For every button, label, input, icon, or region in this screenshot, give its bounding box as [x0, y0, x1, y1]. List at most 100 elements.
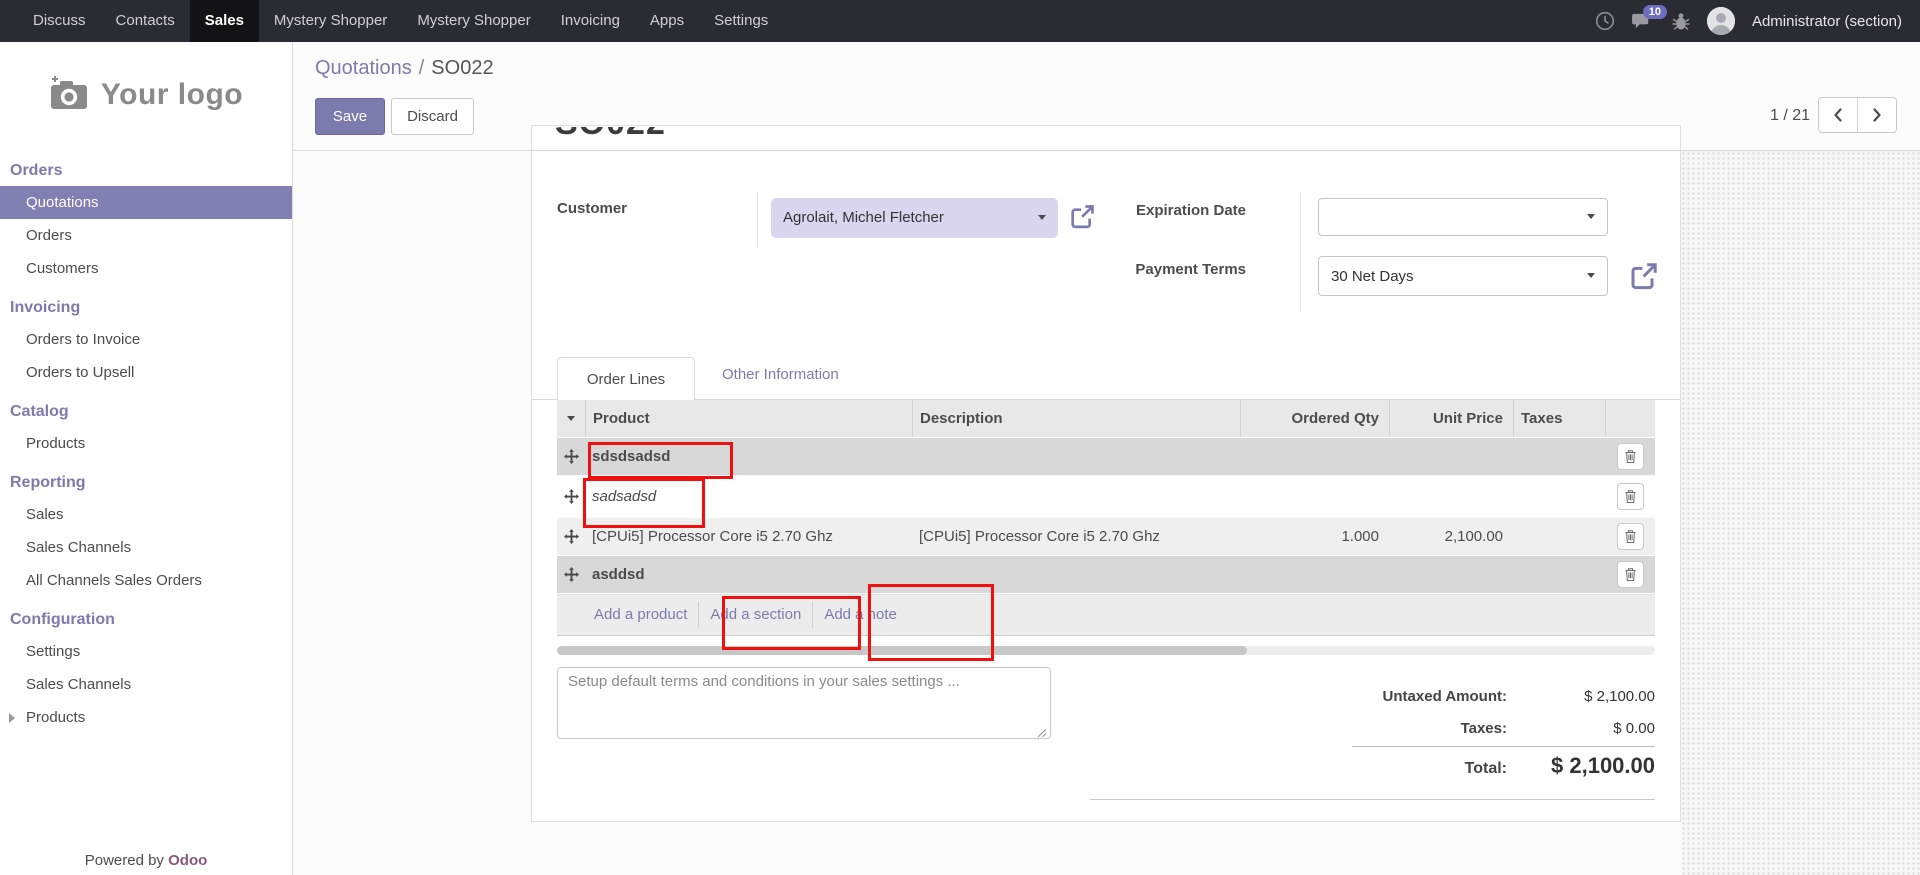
qty-cell[interactable]: 1.000	[1240, 528, 1389, 545]
header-toggle-cell[interactable]	[557, 400, 585, 437]
delete-row-button[interactable]	[1617, 483, 1644, 510]
taxes-value: $ 0.00	[1495, 720, 1655, 737]
trash-icon	[1625, 568, 1636, 581]
menu-sales[interactable]: Sales	[190, 0, 259, 42]
customer-field[interactable]: Agrolait, Michel Fletcher	[771, 198, 1058, 238]
message-count-badge: 10	[1643, 5, 1667, 19]
topbar-menus: Discuss Contacts Sales Mystery Shopper M…	[0, 0, 783, 42]
menu-discuss[interactable]: Discuss	[18, 0, 101, 42]
menu-contacts[interactable]: Contacts	[101, 0, 190, 42]
sidebar-item-sales-channels-config[interactable]: Sales Channels	[0, 668, 292, 701]
sidebar-item-customers[interactable]: Customers	[0, 252, 292, 285]
control-panel-divider	[293, 150, 1920, 151]
sidebar-item-settings[interactable]: Settings	[0, 635, 292, 668]
payment-terms-field[interactable]: 30 Net Days	[1318, 256, 1608, 296]
horizontal-scrollbar-thumb[interactable]	[557, 646, 1247, 655]
delete-row-button[interactable]	[1617, 443, 1644, 470]
table-row-section-1: sdsdsadsd	[557, 438, 1655, 476]
header-product[interactable]: Product	[585, 400, 912, 437]
untaxed-amount-label: Untaxed Amount:	[1307, 688, 1507, 705]
terms-and-conditions-input[interactable]	[557, 667, 1051, 739]
app-root: Discuss Contacts Sales Mystery Shopper M…	[0, 0, 1920, 875]
delete-row-button[interactable]	[1617, 561, 1644, 588]
pager-previous-button[interactable]	[1819, 98, 1858, 132]
section-name-cell[interactable]: asddsd	[585, 566, 912, 583]
expiration-date-field[interactable]	[1318, 198, 1608, 236]
table-row-product: [CPUi5] Processor Core i5 2.70 Ghz [CPUi…	[557, 518, 1655, 556]
horizontal-scrollbar[interactable]	[557, 646, 1655, 655]
sidebar-item-products[interactable]: Products	[0, 427, 292, 460]
group-divider-left	[757, 192, 758, 247]
bug-icon[interactable]	[1672, 11, 1690, 31]
add-a-note-link[interactable]: Add a note	[812, 602, 908, 628]
sidebar-item-orders[interactable]: Orders	[0, 219, 292, 252]
totals-divider	[1352, 746, 1655, 747]
header-description[interactable]: Description	[912, 400, 1240, 437]
record-heading-clipped: SO022	[555, 127, 815, 149]
dropdown-caret-icon	[1038, 215, 1046, 220]
sidebar-item-sales-report[interactable]: Sales	[0, 498, 292, 531]
header-ordered-qty[interactable]: Ordered Qty	[1240, 400, 1389, 437]
table-row-note: sadsadsd	[557, 476, 1655, 518]
section-name-cell[interactable]: sdsdsadsd	[585, 448, 912, 465]
customer-label: Customer	[557, 200, 627, 217]
trash-icon	[1625, 490, 1636, 503]
menu-settings[interactable]: Settings	[699, 0, 783, 42]
expand-arrow-icon	[9, 713, 15, 723]
menu-apps[interactable]: Apps	[635, 0, 699, 42]
resize-grip-icon[interactable]	[1037, 725, 1047, 743]
breadcrumb: Quotations/SO022	[315, 57, 494, 80]
section-title-invoicing: Invoicing	[0, 285, 292, 323]
table-row-section-2: asddsd	[557, 556, 1655, 594]
messages-icon[interactable]: 10	[1632, 12, 1655, 31]
drag-handle-icon[interactable]	[557, 489, 585, 504]
company-logo: Your logo	[0, 42, 292, 148]
camera-icon	[49, 75, 89, 116]
breadcrumb-quotations-link[interactable]: Quotations	[315, 57, 412, 79]
payment-terms-external-link-icon[interactable]	[1630, 262, 1658, 295]
user-avatar[interactable]	[1707, 7, 1735, 35]
pager-next-button[interactable]	[1858, 98, 1896, 132]
sidebar-item-orders-to-upsell[interactable]: Orders to Upsell	[0, 356, 292, 389]
pager-value[interactable]: 1 / 21	[1700, 107, 1810, 125]
header-unit-price[interactable]: Unit Price	[1389, 400, 1513, 437]
tab-other-information[interactable]: Other Information	[722, 366, 839, 383]
payment-terms-label: Payment Terms	[1046, 261, 1246, 278]
total-value: $ 2,100.00	[1455, 753, 1655, 779]
price-cell[interactable]: 2,100.00	[1389, 528, 1513, 545]
section-title-catalog: Catalog	[0, 389, 292, 427]
add-a-product-link[interactable]: Add a product	[583, 602, 698, 628]
sidebar-item-sales-channels-report[interactable]: Sales Channels	[0, 531, 292, 564]
untaxed-amount-value: $ 2,100.00	[1495, 688, 1655, 705]
group-divider-right	[1300, 192, 1301, 312]
tab-order-lines[interactable]: Order Lines	[557, 357, 695, 400]
menu-mystery-shopper-2[interactable]: Mystery Shopper	[402, 0, 545, 42]
sidebar-item-products-config[interactable]: Products	[0, 701, 292, 734]
note-text-cell[interactable]: sadsadsd	[585, 488, 912, 505]
dropdown-caret-icon	[1587, 214, 1595, 219]
header-taxes[interactable]: Taxes	[1513, 400, 1605, 437]
sidebar-item-orders-to-invoice[interactable]: Orders to Invoice	[0, 323, 292, 356]
menu-invoicing[interactable]: Invoicing	[546, 0, 635, 42]
activities-clock-icon[interactable]	[1595, 11, 1615, 31]
drag-handle-icon[interactable]	[557, 567, 585, 582]
discard-button[interactable]: Discard	[391, 98, 474, 135]
table-header-row: Product Description Ordered Qty Unit Pri…	[557, 400, 1655, 438]
section-title-orders: Orders	[0, 148, 292, 186]
pager	[1818, 97, 1897, 133]
delete-row-button[interactable]	[1617, 523, 1644, 550]
expiration-date-label: Expiration Date	[1046, 202, 1246, 219]
save-button[interactable]: Save	[315, 98, 385, 135]
trash-icon	[1625, 530, 1636, 543]
drag-handle-icon[interactable]	[557, 449, 585, 464]
topbar-right: 10 Administrator (section)	[1595, 0, 1920, 42]
sidebar-item-all-channels-sales-orders[interactable]: All Channels Sales Orders	[0, 564, 292, 597]
odoo-brand-link[interactable]: Odoo	[168, 852, 207, 869]
add-a-section-link[interactable]: Add a section	[698, 602, 812, 628]
menu-mystery-shopper-1[interactable]: Mystery Shopper	[259, 0, 402, 42]
drag-handle-icon[interactable]	[557, 529, 585, 544]
product-cell[interactable]: [CPUi5] Processor Core i5 2.70 Ghz	[585, 528, 912, 545]
sidebar-item-quotations[interactable]: Quotations	[0, 186, 292, 219]
user-name[interactable]: Administrator (section)	[1752, 13, 1902, 30]
description-cell[interactable]: [CPUi5] Processor Core i5 2.70 Ghz	[912, 528, 1240, 545]
